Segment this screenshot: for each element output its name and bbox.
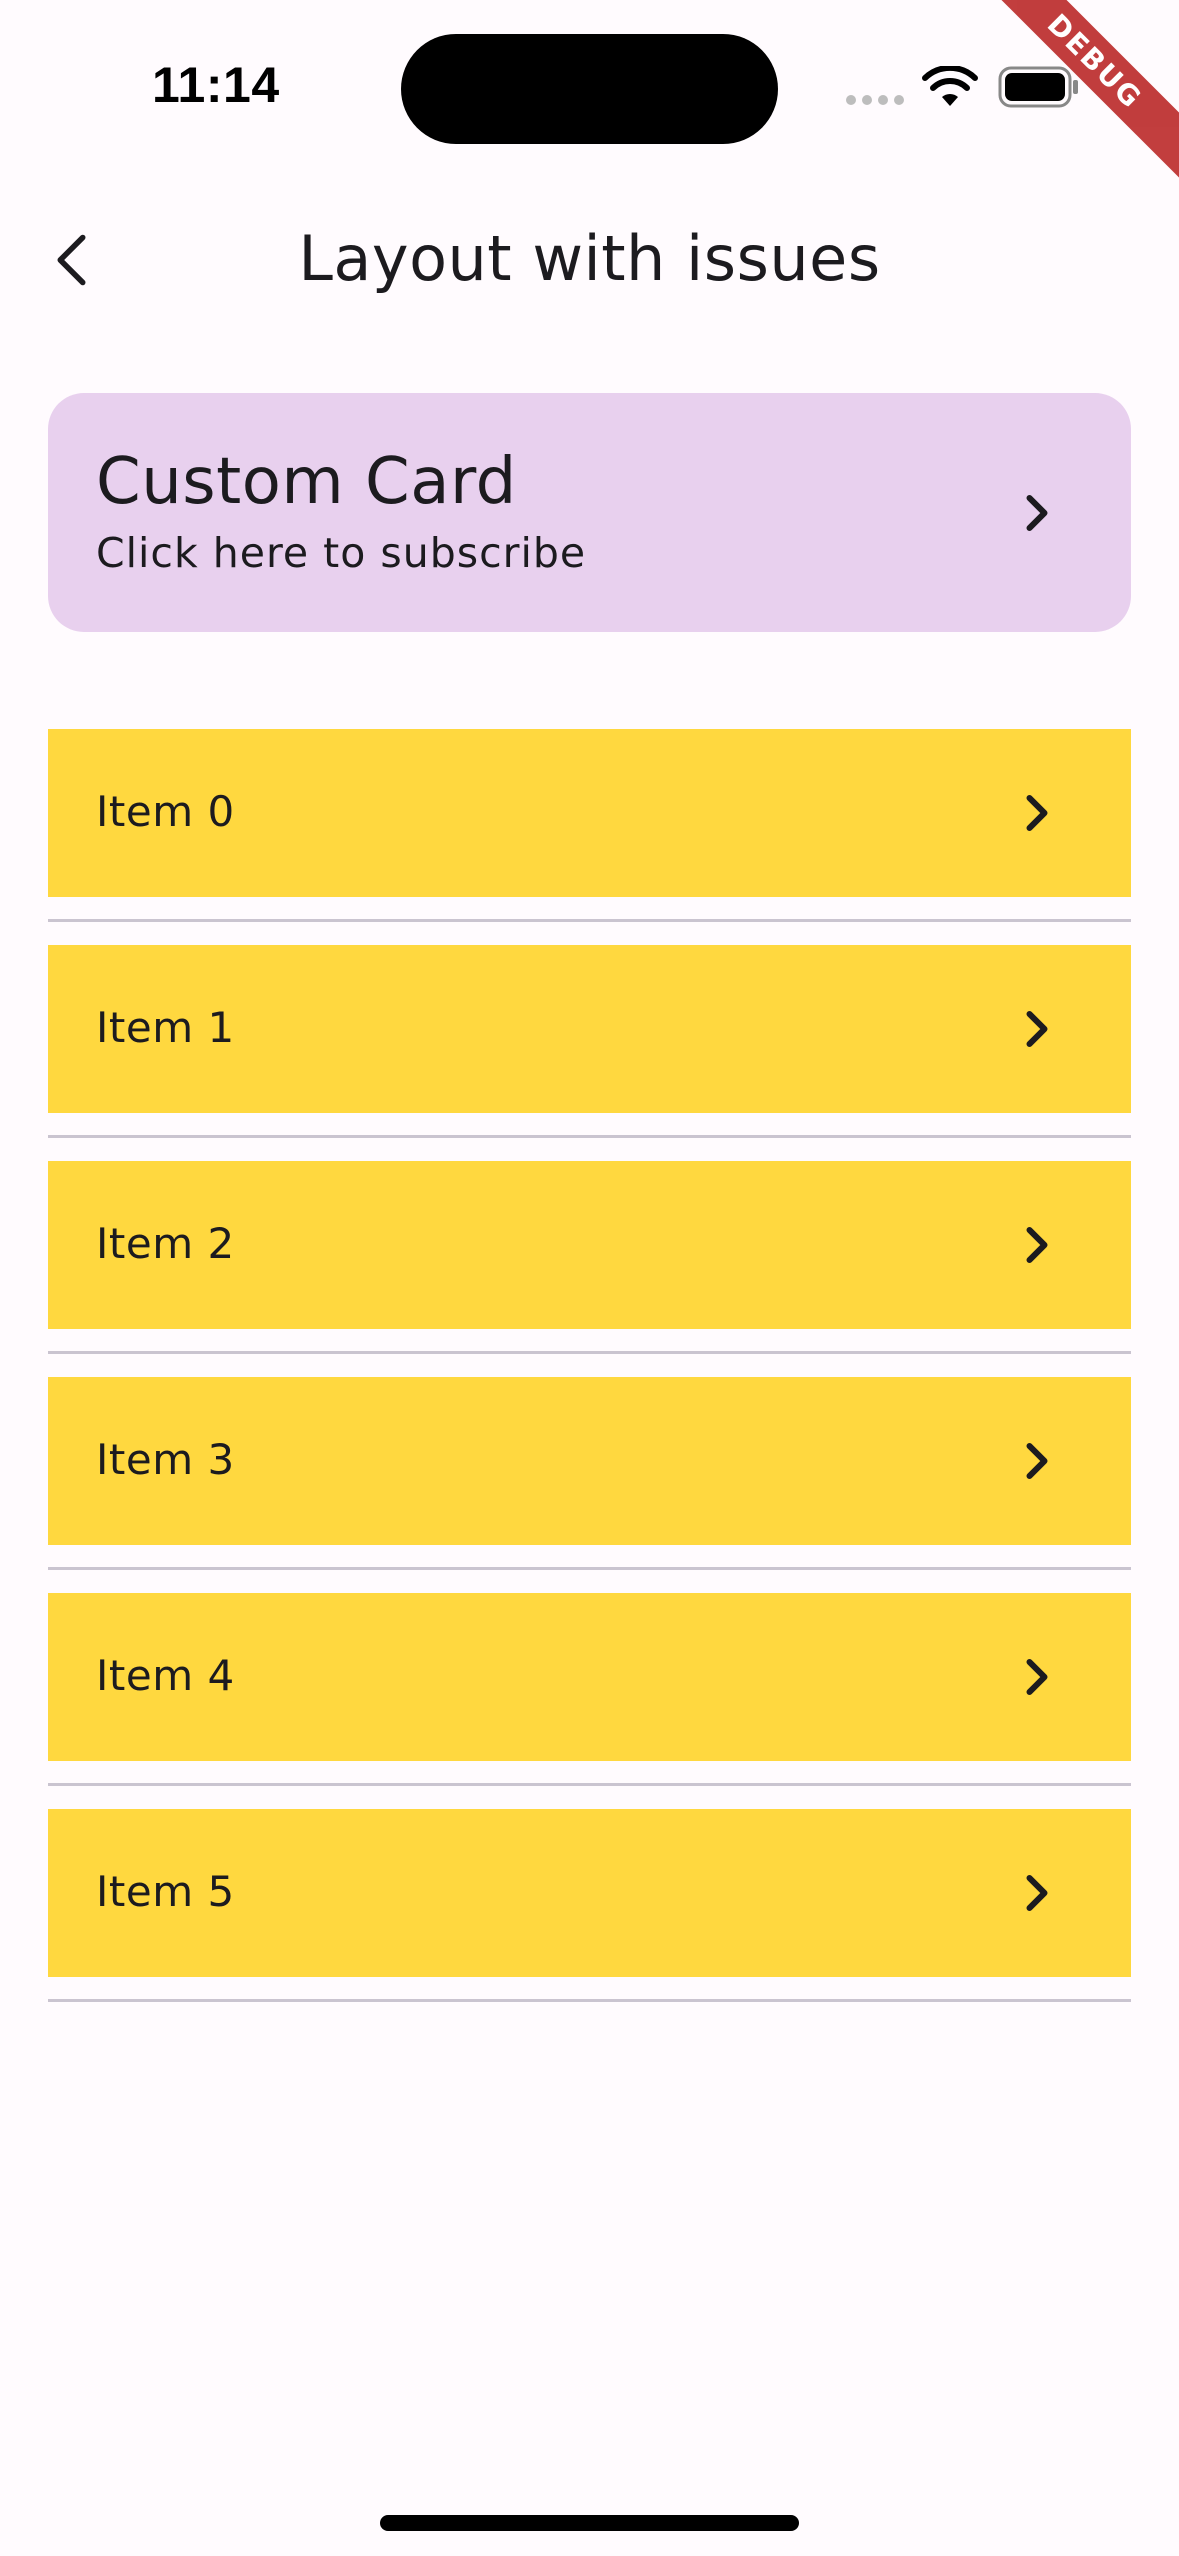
debug-banner: DEBUG [979,0,1179,200]
app-screen: 11:14 DEBUG Layout with issues Custom Ca… [0,0,1179,2556]
list-divider [48,1977,1131,2025]
item-list: Item 0 Item 1 Item 2 Item 3 Item 4 Item … [48,729,1131,2025]
list-divider [48,1329,1131,1377]
list-item-label: Item 4 [96,1651,235,1700]
list-item-2[interactable]: Item 2 [48,1161,1131,1329]
list-divider [48,897,1131,945]
custom-card[interactable]: Custom Card Click here to subscribe [48,393,1131,632]
cellular-signal-icon [846,95,904,105]
chevron-right-icon [1026,1659,1048,1695]
card-subtitle: Click here to subscribe [96,529,587,577]
list-item-3[interactable]: Item 3 [48,1377,1131,1545]
chevron-right-icon [1026,1875,1048,1911]
chevron-right-icon [1026,795,1048,831]
chevron-right-icon [1026,1443,1048,1479]
list-item-4[interactable]: Item 4 [48,1593,1131,1761]
card-title: Custom Card [96,445,517,519]
home-indicator[interactable] [380,2515,799,2531]
dynamic-island [401,34,778,144]
list-divider [48,1545,1131,1593]
list-item-label: Item 0 [96,787,235,836]
list-item-label: Item 3 [96,1435,235,1484]
chevron-right-icon [1026,1227,1048,1263]
chevron-right-icon [1026,495,1048,531]
chevron-right-icon [1026,1011,1048,1047]
wifi-icon [922,66,978,106]
list-divider [48,1113,1131,1161]
list-item-5[interactable]: Item 5 [48,1809,1131,1977]
page-title: Layout with issues [298,222,881,295]
debug-banner-label: DEBUG [979,0,1179,184]
list-item-label: Item 5 [96,1867,235,1916]
list-item-1[interactable]: Item 1 [48,945,1131,1113]
status-time: 11:14 [152,57,280,113]
list-divider [48,1761,1131,1809]
list-item-label: Item 2 [96,1219,235,1268]
list-item-label: Item 1 [96,1003,235,1052]
list-item-0[interactable]: Item 0 [48,729,1131,897]
